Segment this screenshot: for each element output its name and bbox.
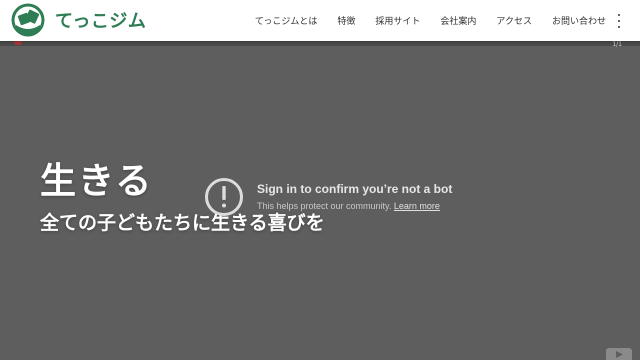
bot-check-subtitle-text: This helps protect our community. xyxy=(257,201,392,211)
hero-subtitle: 全ての子どもたちに生きる喜びを xyxy=(40,212,325,234)
youtube-icon[interactable] xyxy=(606,348,632,360)
video-top-bar xyxy=(0,41,640,46)
video-channel-dot xyxy=(14,41,22,45)
bot-check-subtitle: This helps protect our community. Learn … xyxy=(257,201,440,211)
nav-item-company[interactable]: 会社案内 xyxy=(440,14,476,27)
learn-more-link[interactable]: Learn more xyxy=(394,201,440,211)
logo-icon[interactable] xyxy=(11,3,45,37)
nav-item-recruit[interactable]: 採用サイト xyxy=(375,14,420,27)
bot-check-title: Sign in to confirm you’re not a bot xyxy=(257,182,453,196)
video-counter: 1/1 xyxy=(612,41,622,48)
alert-circle-icon xyxy=(205,178,243,216)
nav-item-about[interactable]: てっこジムとは xyxy=(255,14,317,27)
logo-text[interactable]: てっこジム xyxy=(55,7,146,33)
kebab-menu-icon[interactable] xyxy=(616,14,622,28)
main-nav: てっこジムとは 特徴 採用サイト 会社案内 アクセス お問い合わせ xyxy=(255,0,606,41)
site-header: てっこジム てっこジムとは 特徴 採用サイト 会社案内 アクセス お問い合わせ xyxy=(0,0,640,41)
nav-item-access[interactable]: アクセス xyxy=(496,14,532,27)
nav-item-contact[interactable]: お問い合わせ xyxy=(552,14,606,27)
nav-item-features[interactable]: 特徴 xyxy=(337,14,355,27)
hero-title: 生きる xyxy=(40,161,154,202)
